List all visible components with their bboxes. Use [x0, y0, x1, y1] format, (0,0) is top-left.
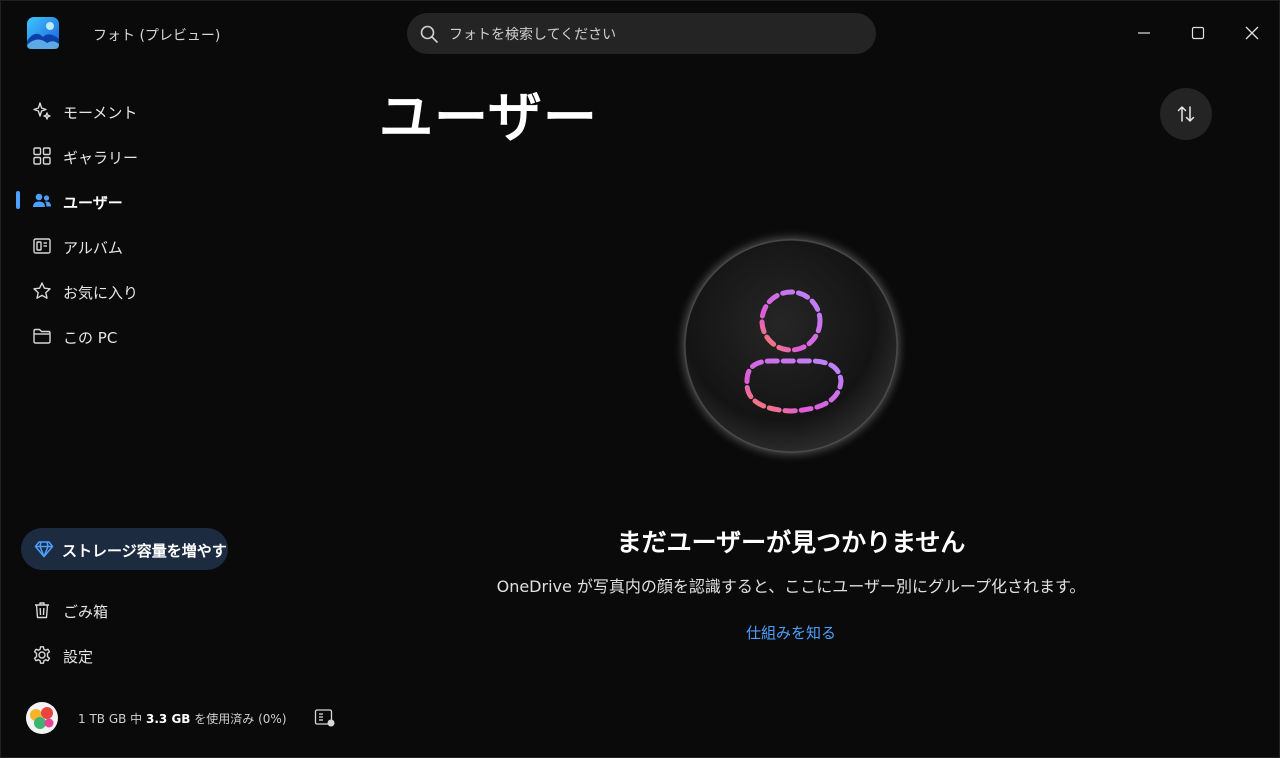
app-title: フォト (プレビュー) — [93, 28, 221, 44]
search-box[interactable] — [407, 13, 876, 56]
close-icon — [1245, 26, 1259, 40]
sidebar-item-label: お気に入り — [63, 284, 139, 302]
sidebar-item-settings[interactable]: 設定 — [17, 635, 317, 675]
sidebar-item-label: ユーザー — [63, 194, 123, 212]
storage-manage-icon[interactable] — [314, 708, 336, 728]
storage-used: 3.3 GB — [146, 712, 191, 726]
sparkle-icon — [33, 102, 51, 120]
search-icon — [420, 25, 438, 43]
learn-how-it-works-link[interactable]: 仕組みを知る — [691, 622, 891, 643]
empty-state-description: OneDrive が写真内の顔を認識すると、ここにユーザー別にグループ化されます… — [496, 577, 1086, 596]
sidebar-item-moments[interactable]: モーメント — [17, 91, 317, 131]
album-icon — [33, 238, 51, 254]
sidebar-item-people[interactable]: ユーザー — [17, 181, 317, 221]
people-icon — [33, 193, 51, 207]
sidebar-item-this-pc[interactable]: この PC — [17, 316, 317, 356]
search-input[interactable] — [447, 13, 871, 56]
increase-storage-button[interactable]: ストレージ容量を増やす — [21, 528, 228, 570]
star-icon — [33, 282, 51, 299]
sidebar-item-label: ギャラリー — [63, 149, 139, 167]
folder-icon — [33, 328, 51, 344]
sort-arrows-icon — [1177, 106, 1195, 122]
storage-suffix: を使用済み (0%) — [194, 712, 287, 726]
minimize-button[interactable] — [1126, 15, 1162, 51]
photos-window: フォト (プレビュー) モーメント ギャラリー — [1, 1, 1279, 757]
sort-button[interactable] — [1160, 88, 1212, 140]
sidebar-item-label: 設定 — [63, 648, 94, 666]
diamond-icon — [34, 541, 54, 558]
sidebar-item-gallery[interactable]: ギャラリー — [17, 136, 317, 176]
sidebar-item-recycle-bin[interactable]: ごみ箱 — [17, 590, 317, 630]
photos-app-icon — [27, 17, 59, 49]
storage-total: 1 TB GB 中 — [78, 712, 143, 726]
sidebar-item-label: ごみ箱 — [63, 603, 109, 621]
page-title: ユーザー — [379, 86, 598, 149]
grid-icon — [33, 147, 51, 165]
increase-storage-label: ストレージ容量を増やす — [62, 542, 227, 560]
minimize-icon — [1138, 32, 1150, 34]
sidebar-item-label: モーメント — [63, 104, 138, 122]
avatar[interactable] — [25, 701, 59, 735]
gear-icon — [33, 646, 51, 664]
close-button[interactable] — [1234, 15, 1270, 51]
sidebar-item-label: この PC — [63, 329, 118, 347]
sidebar-item-albums[interactable]: アルバム — [17, 226, 317, 266]
no-people-illustration — [673, 228, 909, 464]
sidebar-item-favorites[interactable]: お気に入り — [17, 271, 317, 311]
storage-usage-text: 1 TB GB 中 3.3 GB を使用済み (0%) — [78, 710, 287, 727]
sidebar-item-label: アルバム — [63, 239, 123, 257]
trash-icon — [35, 602, 49, 619]
maximize-icon — [1191, 26, 1205, 40]
maximize-button[interactable] — [1180, 15, 1216, 51]
empty-state-title: まだユーザーが見つかりません — [616, 528, 966, 557]
